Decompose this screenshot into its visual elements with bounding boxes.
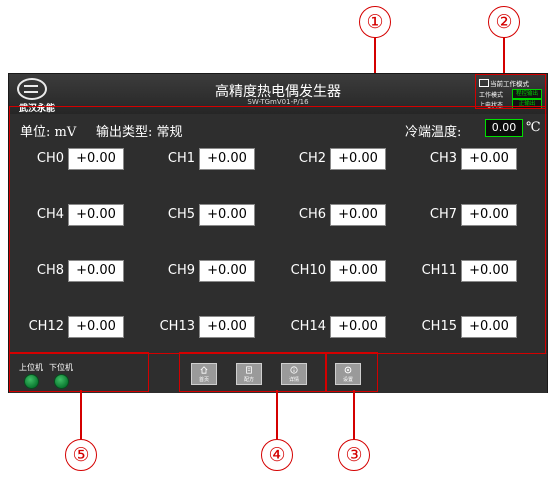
annotation-box-status [9,352,149,392]
annotation-box-mode [475,74,546,109]
callout-4: ④ [261,439,293,471]
annotation-box-channels [9,106,546,354]
callout-3-leader [353,390,355,439]
model-number: SW-TGmV01-P/16 [247,98,309,106]
callout-2: ② [488,6,520,38]
callout-5-leader [80,390,82,439]
callout-5: ⑤ [65,439,97,471]
callout-2-leader [503,38,505,74]
annotation-box-settings [325,352,378,392]
callout-1: ① [359,6,391,38]
callout-4-leader [276,390,278,439]
callout-3: ③ [338,439,370,471]
annotation-box-nav [179,352,327,392]
